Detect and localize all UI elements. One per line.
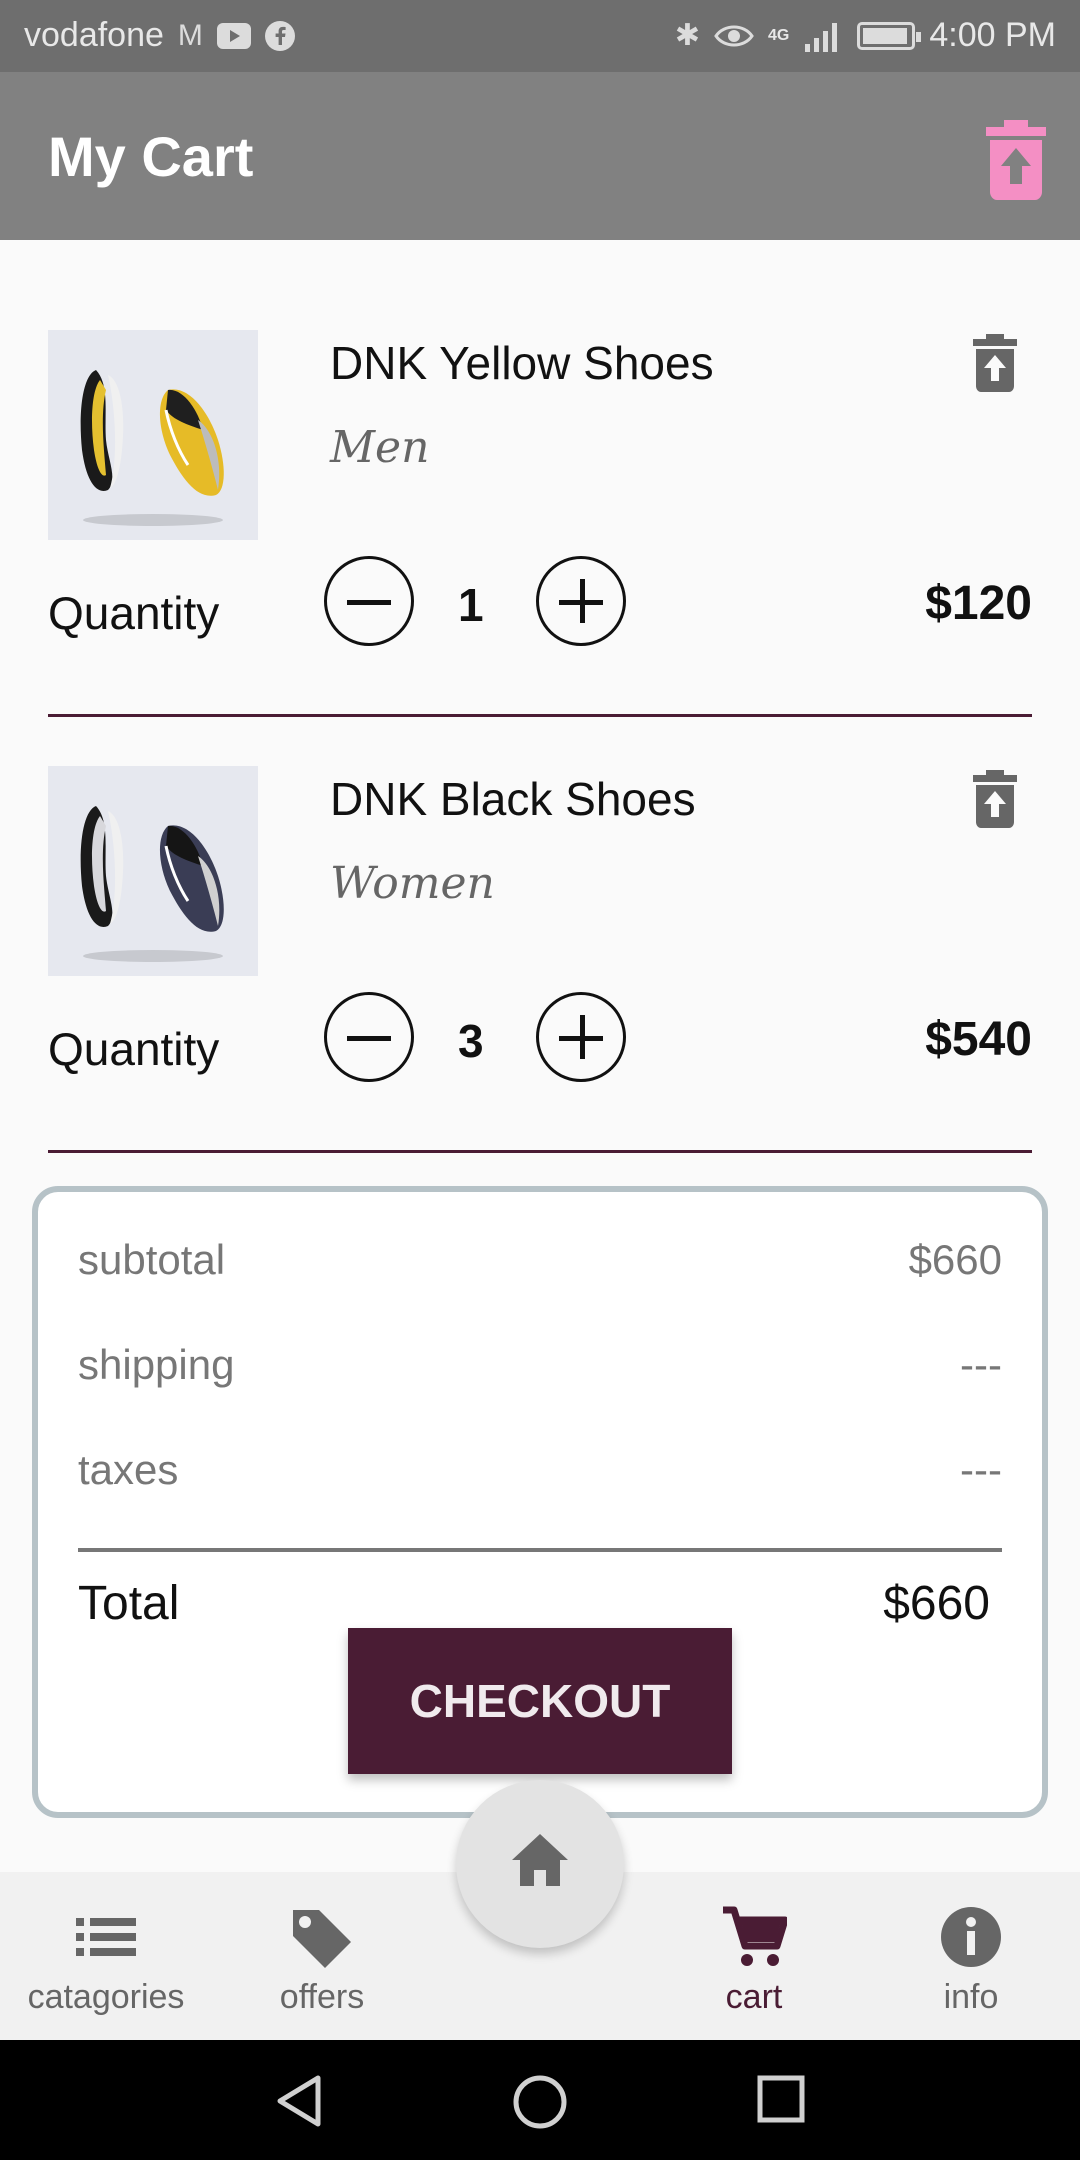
- taxes-label: taxes: [78, 1446, 179, 1493]
- status-bar: vodafone M ✱ 4G 4:00 PM: [0, 0, 1080, 72]
- total-row: Total $660: [78, 1576, 990, 1631]
- product-category: Men: [330, 422, 430, 473]
- carrier-label: vodafone: [24, 16, 164, 54]
- bluetooth-icon: ✱: [674, 19, 701, 52]
- delete-all-icon: [986, 120, 1046, 200]
- product-image[interactable]: [48, 330, 258, 540]
- info-icon: [941, 1907, 1001, 1967]
- increase-quantity-button[interactable]: [536, 556, 626, 646]
- remove-item-button[interactable]: [972, 334, 1018, 392]
- taxes-row: taxes ---: [78, 1446, 1002, 1494]
- clock: 4:00 PM: [929, 16, 1056, 54]
- product-category: Women: [330, 858, 495, 909]
- nav-item-catagories[interactable]: catagories: [6, 1902, 206, 2017]
- nav-label: offers: [279, 1978, 365, 2016]
- decrease-quantity-button[interactable]: [324, 992, 414, 1082]
- shipping-value: ---: [960, 1341, 1002, 1388]
- item-price: $120: [925, 577, 1032, 630]
- subtotal-label: subtotal: [78, 1236, 226, 1283]
- nav-label: catagories: [27, 1978, 185, 2016]
- decrease-quantity-button[interactable]: [324, 556, 414, 646]
- nav-item-info[interactable]: info: [871, 1902, 1071, 2017]
- nav-label: cart: [725, 1978, 783, 2016]
- remove-item-button[interactable]: [972, 770, 1018, 828]
- cart-item: DNK Black Shoes Women Quantity 3 $540: [48, 766, 1032, 1096]
- quantity-value: 3: [458, 1015, 484, 1067]
- clear-cart-button[interactable]: [984, 120, 1048, 200]
- product-image[interactable]: [48, 766, 258, 976]
- nav-item-offers[interactable]: offers: [222, 1902, 422, 2017]
- total-value: $660: [883, 1577, 990, 1630]
- home-circle-icon[interactable]: [512, 2074, 568, 2130]
- delete-icon: [973, 770, 1017, 828]
- taxes-value: ---: [960, 1446, 1002, 1493]
- shipping-label: shipping: [78, 1341, 235, 1388]
- shipping-row: shipping ---: [78, 1341, 1002, 1389]
- quantity-label: Quantity: [48, 1023, 220, 1075]
- item-price: $540: [925, 1013, 1032, 1066]
- quantity-label: Quantity: [48, 587, 220, 639]
- item-divider: [48, 714, 1032, 717]
- home-icon: [512, 1834, 568, 1886]
- tag-icon: [293, 1910, 351, 1968]
- list-icon: [76, 1918, 136, 1956]
- gmail-icon: M: [177, 18, 203, 52]
- delete-icon: [973, 334, 1017, 392]
- facebook-icon: [264, 20, 295, 51]
- back-icon[interactable]: [274, 2074, 324, 2128]
- recents-icon[interactable]: [756, 2074, 806, 2124]
- youtube-icon: [216, 22, 251, 49]
- cart-icon: [723, 1906, 787, 1966]
- app-bar: My Cart: [0, 72, 1080, 240]
- nav-item-cart[interactable]: cart: [654, 1902, 854, 2017]
- page-title: My Cart: [48, 125, 254, 188]
- battery-icon: [857, 21, 922, 50]
- checkout-button[interactable]: CHECKOUT: [348, 1628, 732, 1774]
- signal-icon: [805, 22, 838, 52]
- increase-quantity-button[interactable]: [536, 992, 626, 1082]
- quantity-value: 1: [458, 579, 484, 631]
- network-type: 4G: [768, 26, 790, 44]
- subtotal-value: $660: [908, 1236, 1002, 1283]
- subtotal-row: subtotal $660: [78, 1236, 1002, 1284]
- nav-label: info: [943, 1978, 999, 2016]
- cart-item: DNK Yellow Shoes Men Quantity 1 $120: [48, 330, 1032, 660]
- order-summary: subtotal $660 shipping --- taxes --- Tot…: [32, 1186, 1048, 1818]
- summary-divider: [78, 1548, 1002, 1552]
- home-button[interactable]: [456, 1780, 624, 1948]
- item-divider: [48, 1150, 1032, 1153]
- system-navigation-bar: [0, 2040, 1080, 2160]
- product-name: DNK Yellow Shoes: [330, 337, 714, 389]
- eye-icon: [714, 25, 754, 46]
- total-label: Total: [78, 1577, 180, 1630]
- product-name: DNK Black Shoes: [330, 773, 696, 825]
